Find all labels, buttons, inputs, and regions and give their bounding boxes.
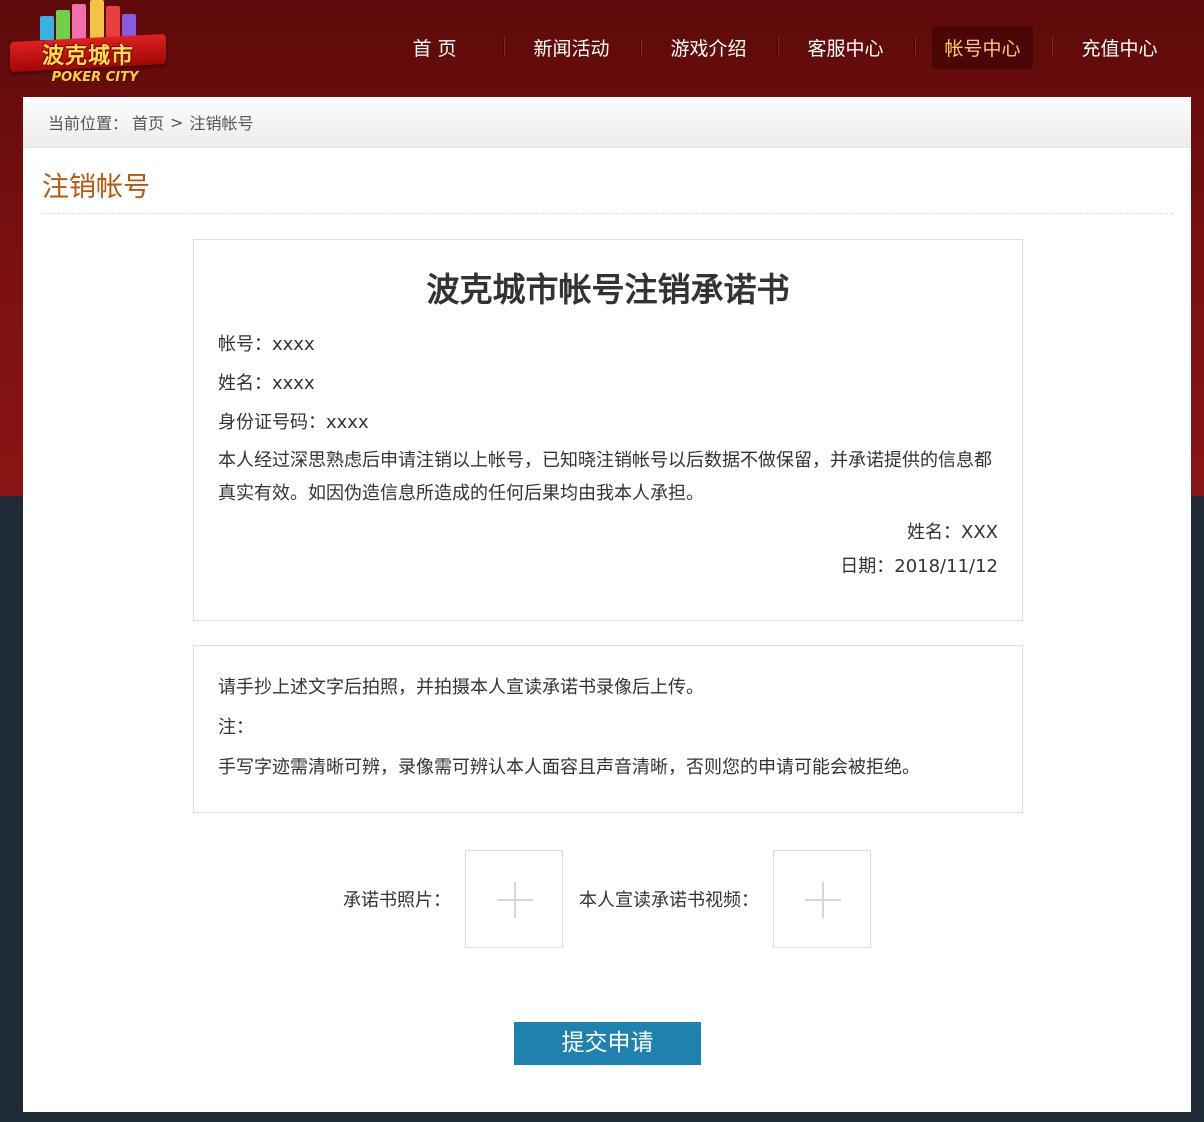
nav-item-label: 首 页 (412, 37, 457, 60)
content-panel: 当前位置： 首页 > 注销帐号 注销帐号 波克城市帐号注销承诺书 帐号：xxxx… (23, 97, 1191, 1112)
pledge-account: 帐号：xxxx (218, 334, 315, 355)
instruction-text: 请手抄上述文字后拍照，并拍摄本人宣读承诺书录像后上传。 (218, 677, 704, 698)
video-upload-label: 本人宣读承诺书视频： (579, 890, 759, 911)
submit-button[interactable]: 提交申请 (514, 1022, 701, 1065)
nav-item-label: 帐号中心 (932, 25, 1033, 69)
nav-item-support[interactable]: 客服中心 (777, 26, 914, 68)
photo-upload-label: 承诺书照片： (343, 890, 451, 911)
breadcrumb-prefix: 当前位置： (48, 114, 129, 133)
video-upload-plus-icon[interactable] (773, 850, 871, 948)
pledge-signature-date: 日期：2018/11/12 (840, 556, 998, 577)
nav-item-label: 充值中心 (1081, 37, 1158, 60)
breadcrumb: 当前位置： 首页 > 注销帐号 (23, 97, 1191, 148)
logo-building-icon (72, 4, 86, 40)
nav-item-games[interactable]: 游戏介绍 (640, 26, 777, 68)
photo-upload-plus-icon[interactable] (465, 850, 563, 948)
pledge-name: 姓名：xxxx (218, 373, 315, 394)
pledge-body: 本人经过深思熟虑后申请注销以上帐号，已知晓注销帐号以后数据不做保留，并承诺提供的… (218, 450, 992, 504)
pledge-card: 波克城市帐号注销承诺书 帐号：xxxx 姓名：xxxx 身份证号码：xxxx 本… (193, 239, 1023, 621)
logo-building-icon (90, 0, 104, 40)
nav-item-home[interactable]: 首 页 (366, 26, 503, 68)
logo-building-icon (40, 16, 54, 40)
nav-item-label: 客服中心 (807, 37, 884, 60)
nav-item-label: 游戏介绍 (670, 37, 747, 60)
nav-item-label: 新闻活动 (533, 37, 610, 60)
instruction-note-label: 注： (218, 717, 254, 738)
pledge-signature-name: 姓名：XXX (907, 522, 998, 543)
breadcrumb-current: 注销帐号 (189, 114, 254, 133)
main-nav: 首 页 新闻活动 游戏介绍 客服中心 帐号中心 充值中心 (366, 25, 1188, 69)
breadcrumb-separator: > (170, 112, 184, 132)
pledge-heading: 波克城市帐号注销承诺书 (426, 270, 790, 309)
nav-item-news[interactable]: 新闻活动 (503, 26, 640, 68)
logo-cn-text: 波克城市 (41, 44, 134, 69)
instructions-card: 请手抄上述文字后拍照，并拍摄本人宣读承诺书录像后上传。 注： 手写字迹需清晰可辨… (193, 645, 1023, 813)
site-header: 波克城市 POKER CITY 首 页 新闻活动 游戏介绍 客服中心 帐号中心 … (0, 0, 1204, 97)
logo-en-text: POKER CITY (51, 70, 139, 85)
title-divider (42, 213, 1173, 214)
poker-city-logo[interactable]: 波克城市 POKER CITY (10, 0, 166, 90)
pledge-id-number: 身份证号码：xxxx (218, 412, 369, 433)
logo-building-icon (106, 6, 120, 40)
instruction-note-text: 手写字迹需清晰可辨，录像需可辨认本人面容且声音清晰，否则您的申请可能会被拒绝。 (218, 757, 920, 778)
page-title: 注销帐号 (42, 172, 150, 203)
logo-building-icon (56, 10, 70, 40)
upload-row: 承诺书照片： 本人宣读承诺书视频： (23, 850, 1191, 948)
breadcrumb-home-link[interactable]: 首页 (132, 110, 164, 134)
nav-item-recharge[interactable]: 充值中心 (1051, 26, 1188, 68)
nav-item-account[interactable]: 帐号中心 (914, 25, 1051, 69)
